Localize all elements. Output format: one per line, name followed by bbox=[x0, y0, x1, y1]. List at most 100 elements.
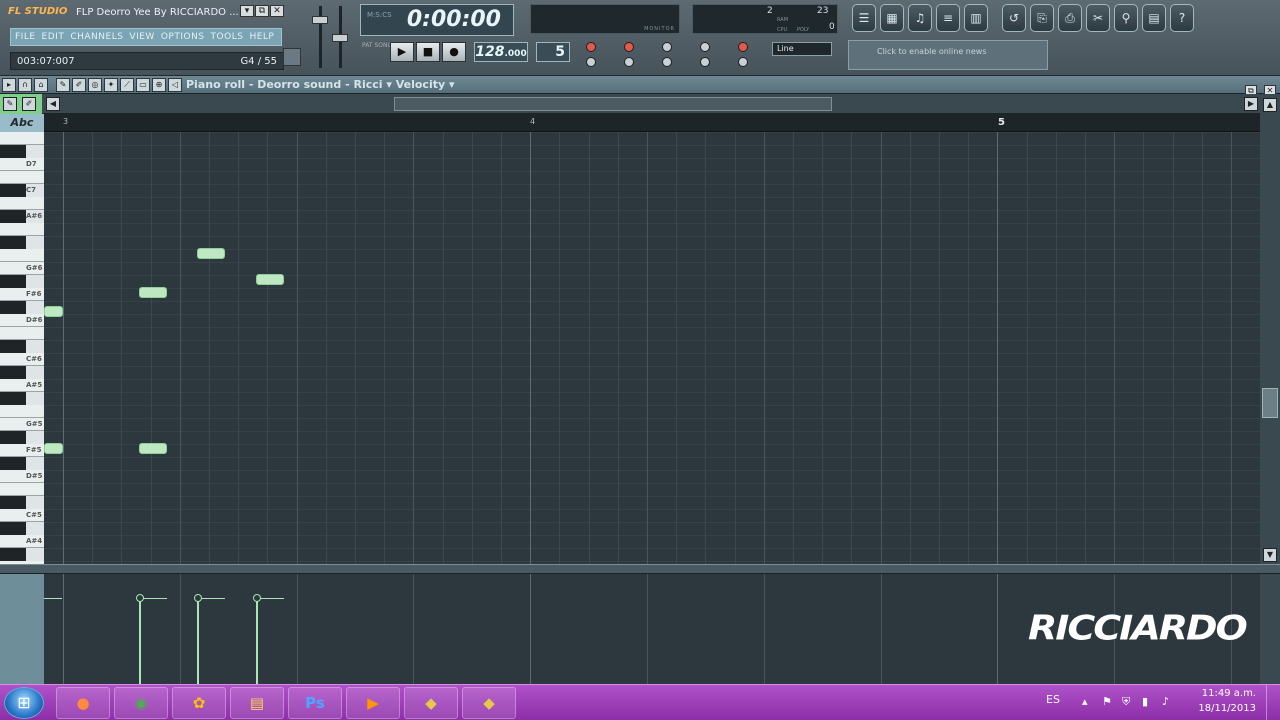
master-pitch-slider[interactable] bbox=[330, 4, 350, 70]
slice-tool-icon[interactable]: ⟋ bbox=[120, 78, 134, 92]
step-seq-icon[interactable]: ▦ bbox=[880, 4, 904, 32]
photoshop-taskbar-icon[interactable]: Ps bbox=[288, 687, 342, 719]
step-edit-toggle[interactable] bbox=[624, 57, 634, 67]
slider-knob[interactable] bbox=[332, 34, 348, 42]
event-target[interactable]: Velocity bbox=[396, 78, 445, 91]
cpu-button[interactable] bbox=[283, 48, 301, 66]
midi-note[interactable] bbox=[139, 287, 167, 298]
draw-tool-icon[interactable]: ✎ bbox=[56, 78, 70, 92]
master-volume-slider[interactable] bbox=[310, 4, 330, 70]
online-news-panel[interactable]: Click to enable online news bbox=[848, 40, 1048, 70]
black-key[interactable] bbox=[0, 522, 26, 535]
piano-roll-icon[interactable]: ♫ bbox=[908, 4, 932, 32]
black-key[interactable] bbox=[0, 301, 26, 314]
black-key[interactable] bbox=[0, 275, 26, 288]
white-key[interactable] bbox=[0, 327, 44, 340]
firefox-taskbar-icon[interactable]: ● bbox=[56, 687, 110, 719]
scroll-left-icon[interactable]: ◀ bbox=[46, 97, 60, 111]
minimize-button[interactable]: ▾ bbox=[240, 5, 254, 17]
typing-keyboard-toggle[interactable] bbox=[662, 42, 672, 52]
midi-note[interactable] bbox=[44, 443, 63, 454]
media-player-taskbar-icon[interactable]: ▶ bbox=[346, 687, 400, 719]
record-button[interactable]: ● bbox=[442, 42, 466, 62]
playlist-icon[interactable]: ☰ bbox=[852, 4, 876, 32]
event-editor-scroll[interactable] bbox=[1260, 574, 1280, 684]
cpu-panel[interactable]: 2 23 0 RAM CPU POLY bbox=[692, 4, 838, 34]
mute-tool-icon[interactable]: ✦ bbox=[104, 78, 118, 92]
undo-icon[interactable]: ↺ bbox=[1002, 4, 1026, 32]
menu-view[interactable]: VIEW bbox=[129, 32, 154, 42]
white-key[interactable] bbox=[0, 171, 44, 184]
white-key[interactable] bbox=[0, 223, 44, 236]
tempo-display[interactable]: 128.000 bbox=[474, 42, 528, 62]
velocity-stem[interactable] bbox=[256, 598, 258, 684]
help-icon[interactable]: ? bbox=[1170, 4, 1194, 32]
slider-knob[interactable] bbox=[312, 16, 328, 24]
midi-note[interactable] bbox=[256, 274, 284, 285]
black-key[interactable] bbox=[0, 392, 26, 405]
black-key[interactable] bbox=[0, 210, 26, 223]
white-key[interactable] bbox=[0, 249, 44, 262]
browser-icon[interactable]: ≡ bbox=[936, 4, 960, 32]
scroll-up-icon[interactable]: ▲ bbox=[1263, 98, 1277, 112]
action-center-icon[interactable]: ⚑ bbox=[1102, 695, 1112, 708]
menu-arrow-icon[interactable]: ▸ bbox=[2, 78, 16, 92]
restore-button[interactable]: ⧉ bbox=[255, 5, 269, 17]
mixer-icon[interactable]: ▥ bbox=[964, 4, 988, 32]
loop-rec-toggle[interactable] bbox=[700, 57, 710, 67]
brush-icon[interactable]: ✐ bbox=[22, 97, 36, 111]
note-grid[interactable] bbox=[44, 132, 1260, 564]
cut-icon[interactable]: ✂ bbox=[1086, 4, 1110, 32]
close-button[interactable]: ✕ bbox=[270, 5, 284, 17]
white-key[interactable] bbox=[0, 158, 44, 171]
horizontal-scrollbar[interactable]: ✎ ✐ ◀ ▶ bbox=[0, 94, 1280, 114]
language-indicator[interactable]: ES bbox=[1046, 693, 1060, 706]
auto-toggle[interactable] bbox=[738, 57, 748, 67]
time-ruler[interactable]: 3 4 5 bbox=[44, 114, 1260, 132]
countdown-toggle[interactable] bbox=[624, 42, 634, 52]
show-desktop-button[interactable] bbox=[1266, 685, 1280, 720]
velocity-stem[interactable] bbox=[139, 598, 141, 684]
black-key[interactable] bbox=[0, 340, 26, 353]
midi-note[interactable] bbox=[197, 248, 225, 259]
event-editor-splitter[interactable] bbox=[0, 564, 1280, 574]
snap-selector[interactable]: Line bbox=[772, 42, 832, 56]
vertical-scrollbar[interactable]: ▲ ▼ bbox=[1260, 94, 1280, 564]
network-icon[interactable]: ▮ bbox=[1142, 695, 1148, 708]
clock-time[interactable]: 11:49 a.m. bbox=[1202, 688, 1256, 699]
clock-date[interactable]: 18/11/2013 bbox=[1198, 703, 1256, 714]
start-button[interactable]: ⊞ bbox=[4, 687, 44, 719]
delete-tool-icon[interactable]: ◎ bbox=[88, 78, 102, 92]
select-tool-icon[interactable]: ▭ bbox=[136, 78, 150, 92]
show-hidden-icon[interactable]: ▴ bbox=[1082, 695, 1088, 708]
vertical-scroll-thumb[interactable] bbox=[1262, 388, 1278, 418]
magnet-icon[interactable]: ∩ bbox=[18, 78, 32, 92]
scroll-right-icon[interactable]: ▶ bbox=[1244, 97, 1258, 111]
menu-file[interactable]: FILE bbox=[15, 32, 36, 42]
menu-channels[interactable]: CHANNELS bbox=[70, 32, 123, 42]
white-key[interactable] bbox=[0, 132, 44, 145]
fl-window-2-taskbar-icon[interactable]: ◆ bbox=[462, 687, 516, 719]
save-icon[interactable]: ⎘ bbox=[1030, 4, 1054, 32]
pat-song-switch[interactable]: PAT SONG bbox=[362, 42, 392, 49]
black-key[interactable] bbox=[0, 236, 26, 249]
scroll-down-icon[interactable]: ▼ bbox=[1263, 548, 1277, 562]
pattern-selector[interactable]: 5 bbox=[536, 42, 570, 62]
menu-edit[interactable]: EDIT bbox=[42, 32, 65, 42]
paint-tool-icon[interactable]: ✐ bbox=[72, 78, 86, 92]
black-key[interactable] bbox=[0, 145, 26, 158]
playback-tool-icon[interactable]: ◁ bbox=[168, 78, 182, 92]
white-key[interactable] bbox=[0, 405, 44, 418]
snap-icon[interactable]: ⌂ bbox=[34, 78, 48, 92]
white-key[interactable] bbox=[0, 483, 44, 496]
black-key[interactable] bbox=[0, 496, 26, 509]
black-key[interactable] bbox=[0, 457, 26, 470]
black-key[interactable] bbox=[0, 431, 26, 444]
piano-keyboard[interactable]: D7 C7 A#6 G#6 F#6 D#6 C#6 A#5 G#5 F#5 D#5 C#5 A#4 bbox=[0, 132, 44, 564]
wait-input-toggle[interactable] bbox=[700, 42, 710, 52]
fl-window-taskbar-icon[interactable]: ◆ bbox=[404, 687, 458, 719]
black-key[interactable] bbox=[0, 548, 26, 561]
velocity-stem[interactable] bbox=[197, 598, 199, 684]
menu-tools[interactable]: TOOLS bbox=[211, 32, 244, 42]
play-button[interactable]: ▶ bbox=[390, 42, 414, 62]
